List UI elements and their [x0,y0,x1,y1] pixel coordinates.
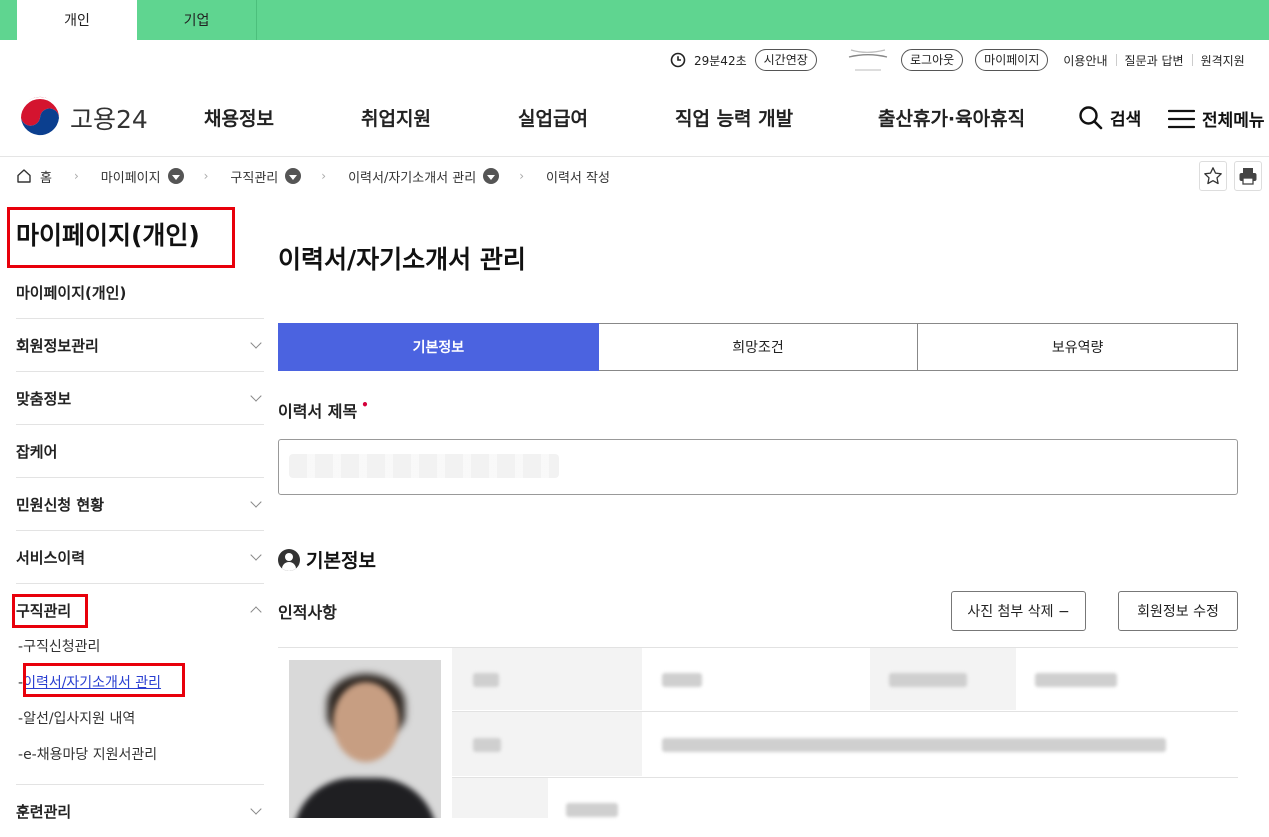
search-button[interactable]: 검색 [1078,105,1141,130]
star-icon [1204,167,1222,185]
home-icon [17,169,31,183]
tab-competencies[interactable]: 보유역량 [918,323,1239,371]
all-menu-label: 전체메뉴 [1202,111,1265,131]
blurred-value [1035,673,1117,687]
breadcrumb-mypage[interactable]: 마이페이지 [101,167,161,186]
sidebar-item-service-history[interactable]: 서비스이력 [16,530,264,583]
sidebar-item-label: 맞춤정보 [16,389,72,408]
sidebar-item-label: 구직관리 [16,601,72,620]
nav-jobs[interactable]: 채용정보 [204,104,274,131]
resume-tabs: 기본정보 희망조건 보유역량 [278,323,1239,371]
chevron-down-icon [250,549,262,561]
hamburger-icon [1168,109,1195,128]
sidebar-sublink-resume[interactable]: -이력서/자기소개서 관리 [18,672,161,692]
taegeuk-logo-icon [19,96,61,139]
breadcrumb-home[interactable]: 홈 [40,167,52,186]
blurred-value [662,673,702,687]
sidebar-item-member-info[interactable]: 회원정보관리 [16,318,264,371]
sidebar-item-label: 서비스이력 [16,548,86,567]
sidebar-item-custom-info[interactable]: 맞춤정보 [16,371,264,424]
page-title: 이력서/자기소개서 관리 [278,245,526,274]
tab-desired-conditions[interactable]: 희망조건 [598,323,919,371]
dropdown-icon[interactable] [483,168,500,184]
chevron-down-icon [250,337,262,349]
dropdown-icon[interactable] [285,168,302,184]
user-icon [278,548,300,571]
delete-photo-button[interactable]: 사진 첨부 삭제 − [951,591,1086,631]
sidebar-item-label: 훈련관리 [16,802,72,821]
profile-photo [289,660,441,818]
dropdown-icon[interactable] [167,168,184,184]
resume-title-label: 이력서 제목 • [278,398,369,421]
breadcrumb-job-management[interactable]: 구직관리 [230,167,278,186]
site-logo[interactable]: 고용24 [18,96,148,140]
chevron-right-icon: › [73,169,79,183]
breadcrumb: 홈 › 마이페이지 › 구직관리 › 이력서/자기소개서 관리 › 이력서 작성 [16,166,610,186]
chevron-right-icon: › [321,169,327,183]
sidebar-sublink-job-application[interactable]: -구직신청관리 [18,636,100,656]
nav-unemployment-benefit[interactable]: 실업급여 [518,104,588,131]
nav-employment-support[interactable]: 취업지원 [361,104,431,131]
tab-personal[interactable]: 개인 [17,0,137,40]
divider [452,777,1238,778]
header-divider [0,156,1269,157]
remote-support-link[interactable]: 원격지원 [1193,52,1245,69]
chevron-down-icon [250,803,262,815]
blurred-value [889,673,967,687]
breadcrumb-resume-management[interactable]: 이력서/자기소개서 관리 [348,167,476,186]
sidebar-item-job-management[interactable]: 구직관리 [16,583,264,636]
extend-session-button[interactable]: 시간연장 [754,49,817,71]
printer-icon [1239,168,1257,185]
logout-button[interactable]: 로그아웃 [901,49,964,71]
tab-basic-info[interactable]: 기본정보 [278,323,599,371]
mypage-button[interactable]: 마이페이지 [975,49,1049,71]
sidebar-item-label: 잡케어 [16,442,58,461]
sidebar-sublink-e-recruit[interactable]: -e-채용마당 지원서관리 [18,744,157,764]
timer-text: 29분42초 [694,53,747,68]
chevron-up-icon [250,606,262,618]
blurred-value [289,454,559,478]
chevron-down-icon [250,496,262,508]
personal-info-title: 인적사항 [278,603,337,622]
blurred-value [566,803,618,817]
sidebar-item-civil-status[interactable]: 민원신청 현황 [16,477,264,530]
search-label: 검색 [1110,110,1142,130]
chevron-right-icon: › [203,169,209,183]
nav-parental-leave[interactable]: 출산휴가·육아휴직 [878,104,1025,131]
divider [278,647,1238,648]
required-mark: • [361,398,369,412]
logo-text: 고용24 [70,105,148,134]
sidebar-title: 마이페이지(개인) [16,221,200,250]
chevron-down-icon [250,390,262,402]
print-button[interactable] [1234,161,1262,191]
all-menu-button[interactable]: 전체메뉴 [1168,106,1265,131]
sidebar-item-label: 민원신청 현황 [16,495,105,514]
qna-link[interactable]: 질문과 답변 [1117,52,1192,69]
sidebar-sublink-referral[interactable]: -알선/입사지원 내역 [18,708,135,728]
bookmark-button[interactable] [1199,161,1227,191]
section-basic-info: 기본정보 [278,546,376,573]
search-icon [1079,106,1103,130]
tab-business[interactable]: 기업 [137,0,257,40]
breadcrumb-current: 이력서 작성 [546,170,610,186]
session-timer: 29분42초 시간연장 [670,48,817,72]
edit-member-info-button[interactable]: 회원정보 수정 [1118,591,1238,631]
table-header-cell [452,778,548,818]
nav-skills-development[interactable]: 직업 능력 개발 [675,104,793,131]
sidebar-item-training[interactable]: 훈련관리 [16,784,264,837]
sidebar-item-label: 회원정보관리 [16,336,99,355]
resume-title-input[interactable] [278,439,1238,495]
blurred-value [473,673,499,687]
decoration-icon [845,44,891,72]
blurred-value [473,738,501,752]
sidebar-item-mypage[interactable]: 마이페이지(개인) [16,282,126,303]
blurred-value [662,738,1166,752]
guide-link[interactable]: 이용안내 [1055,52,1115,69]
clock-icon [670,52,686,68]
chevron-right-icon: › [519,169,524,183]
sidebar-item-jobcare[interactable]: 잡케어 [16,424,264,477]
top-bar: 개인 기업 [0,0,1269,40]
